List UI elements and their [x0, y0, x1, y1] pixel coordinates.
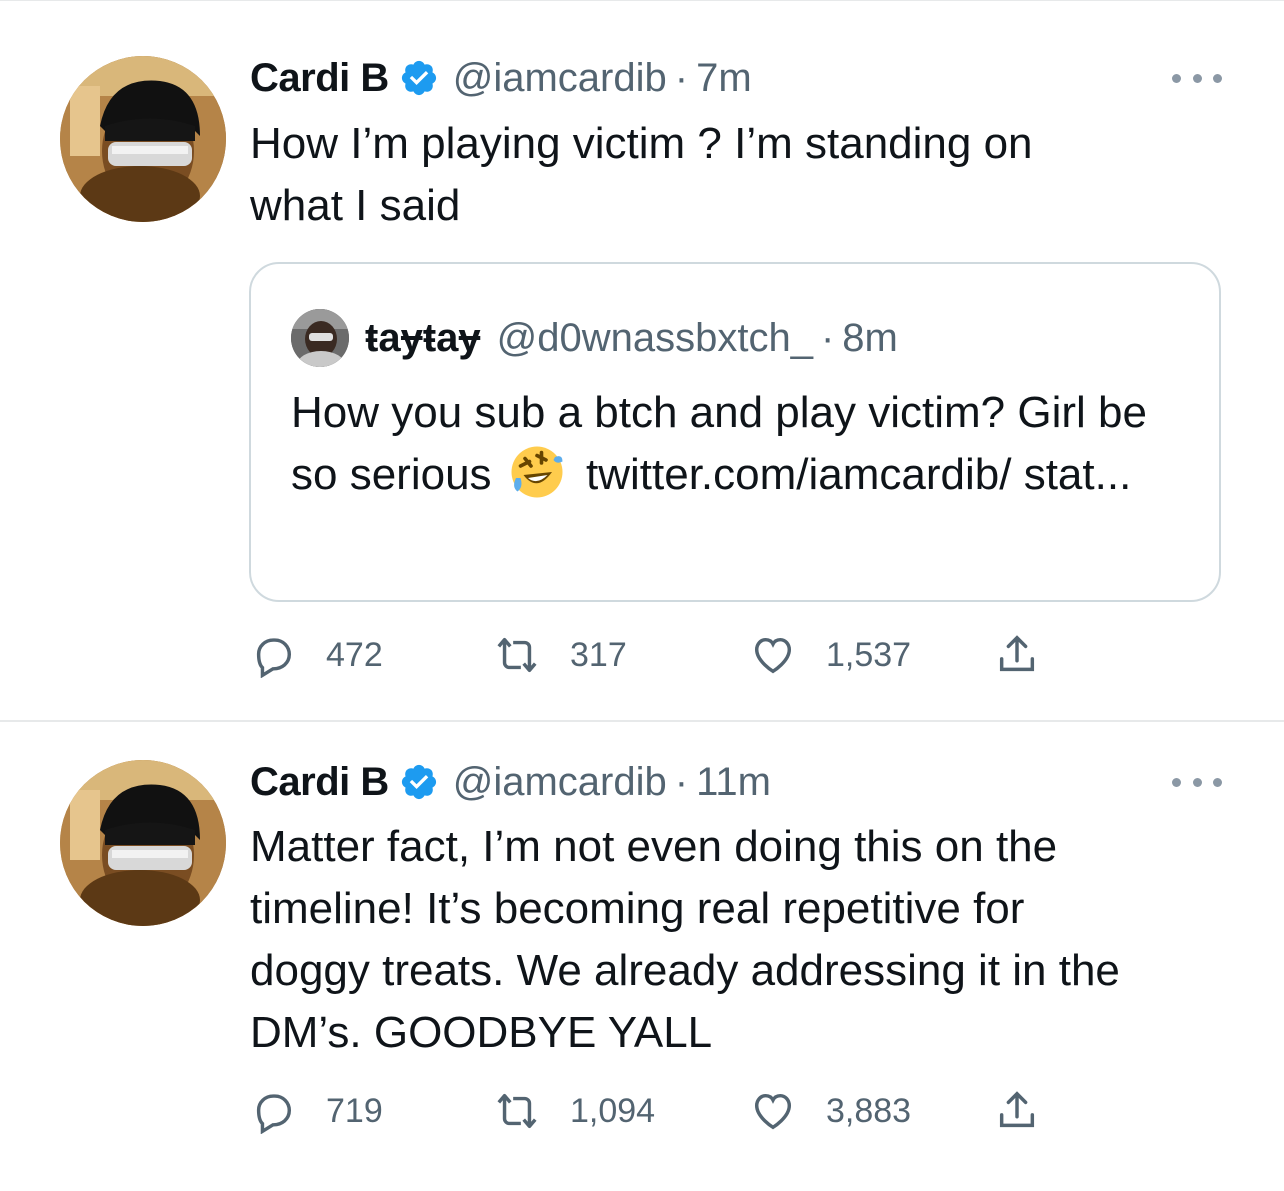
- author-handle[interactable]: @iamcardib: [453, 760, 667, 805]
- author-name[interactable]: Cardi B: [250, 760, 389, 805]
- quoted-link-text[interactable]: twitter.com/iamcardib/ stat...: [586, 450, 1131, 499]
- more-options-icon[interactable]: [1172, 772, 1222, 792]
- tweet-text: How I’m playing victim ? I’m standing on…: [250, 119, 1033, 230]
- reply-button[interactable]: 719: [250, 1086, 383, 1136]
- tweet-header: Cardi B @iamcardib · 7m: [250, 53, 752, 103]
- rolling-on-floor-laughing-emoji-icon: [511, 446, 563, 498]
- retweet-icon: [497, 1093, 537, 1129]
- share-icon: [999, 1091, 1035, 1128]
- quoted-author-avatar: [291, 309, 349, 367]
- like-count: 3,883: [826, 1091, 912, 1130]
- reply-count: 719: [326, 1091, 383, 1130]
- verified-badge-icon: [401, 60, 436, 96]
- share-icon: [999, 635, 1035, 672]
- timestamp[interactable]: 7m: [696, 56, 752, 101]
- quoted-tweet-text: How you sub a btch and play victim? Girl…: [291, 382, 1191, 506]
- like-button[interactable]: 3,883: [750, 1086, 911, 1136]
- more-options-icon[interactable]: [1172, 68, 1222, 88]
- heart-icon: [754, 1093, 792, 1130]
- reply-count: 472: [326, 635, 383, 674]
- retweet-count: 317: [570, 635, 627, 674]
- reply-button[interactable]: 472: [250, 630, 383, 680]
- quoted-tweet[interactable]: ŧaɏŧaɏ @d0wnassbxtch_ · 8m How you sub a…: [249, 262, 1221, 602]
- share-button[interactable]: [994, 630, 1040, 680]
- quoted-timestamp: 8m: [842, 315, 898, 360]
- tweet-header: Cardi B @iamcardib · 11m: [250, 757, 771, 807]
- separator-dot: ·: [674, 55, 689, 100]
- author-avatar[interactable]: [60, 760, 226, 926]
- tweet-actions: 472 317 1,537: [250, 630, 1070, 680]
- retweet-icon: [497, 637, 537, 673]
- separator-dot: ·: [820, 315, 835, 360]
- retweet-button[interactable]: 317: [494, 630, 627, 680]
- like-count: 1,537: [826, 635, 912, 674]
- verified-badge-icon: [401, 764, 436, 800]
- share-button[interactable]: [994, 1086, 1040, 1136]
- retweet-count: 1,094: [570, 1091, 656, 1130]
- tweet-text: Matter fact, I’m not even doing this on …: [250, 822, 1120, 1057]
- separator-dot: ·: [674, 759, 689, 804]
- tweet[interactable]: Cardi B @iamcardib · 11m Matter fact, I’…: [0, 722, 1284, 1191]
- author-handle[interactable]: @iamcardib: [453, 56, 667, 101]
- retweet-button[interactable]: 1,094: [494, 1086, 655, 1136]
- reply-icon: [256, 638, 292, 678]
- like-button[interactable]: 1,537: [750, 630, 911, 680]
- timestamp[interactable]: 11m: [696, 760, 771, 805]
- tweet[interactable]: Cardi B @iamcardib · 7m How I’m playing …: [0, 0, 1284, 720]
- quoted-author-name: ŧaɏŧaɏ: [365, 315, 481, 360]
- tweet-actions: 719 1,094 3,883: [250, 1086, 1070, 1136]
- reply-icon: [256, 1094, 292, 1134]
- quoted-tweet-header: ŧaɏŧaɏ @d0wnassbxtch_ · 8m: [291, 309, 898, 367]
- heart-icon: [754, 637, 792, 674]
- quoted-author-handle: @d0wnassbxtch_: [496, 315, 813, 360]
- author-name[interactable]: Cardi B: [250, 56, 389, 101]
- author-avatar[interactable]: [60, 56, 226, 222]
